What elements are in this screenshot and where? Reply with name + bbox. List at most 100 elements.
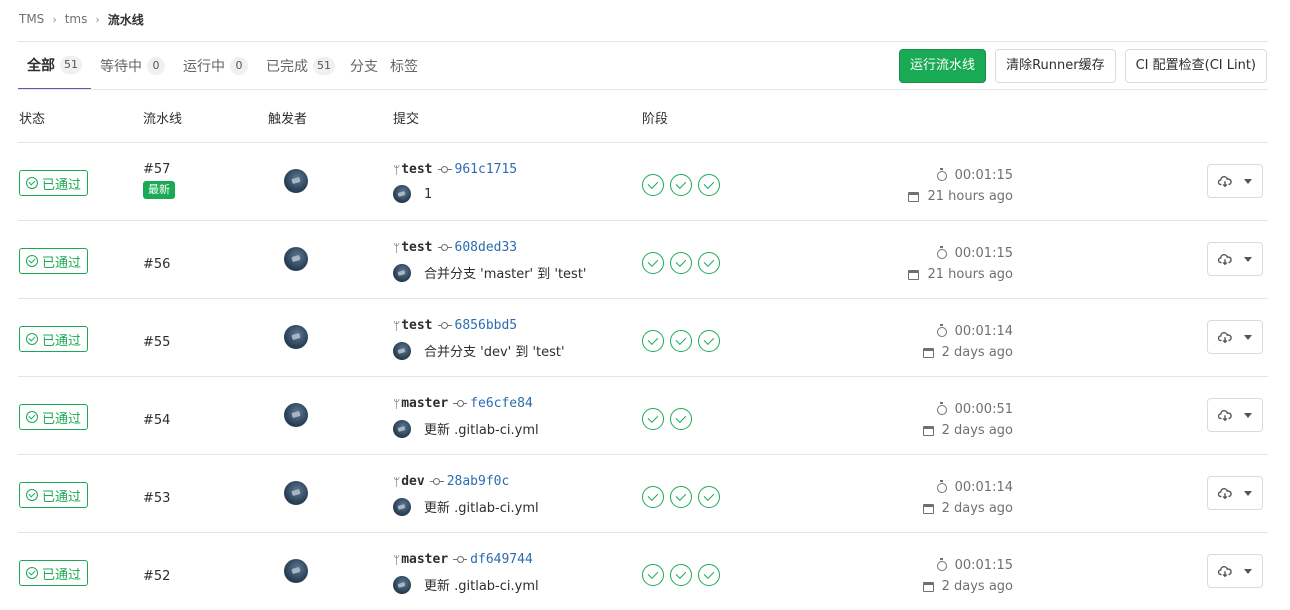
branch-link[interactable]: master <box>401 552 448 567</box>
column-header-commit: 提交 <box>393 112 420 127</box>
commit-author-avatar[interactable] <box>393 575 411 594</box>
commit-message-link[interactable]: 更新 .gitlab-ci.yml <box>424 419 539 438</box>
finished-ago: 2 days ago <box>941 501 1013 516</box>
commit-sha-link[interactable]: df649744 <box>470 552 533 567</box>
pipeline-timing: 00:01:14 2 days ago <box>922 477 1013 519</box>
branch-link[interactable]: test <box>401 162 432 177</box>
breadcrumb-item-project[interactable]: tms <box>65 12 88 26</box>
branch-link[interactable]: test <box>401 318 432 333</box>
download-artifacts-button[interactable] <box>1207 320 1263 354</box>
stage-passed-icon[interactable] <box>642 564 664 586</box>
stage-passed-icon[interactable] <box>642 330 664 352</box>
stage-passed-icon[interactable] <box>670 486 692 508</box>
chevron-right-icon: › <box>95 12 100 26</box>
stage-passed-icon[interactable] <box>670 408 692 430</box>
tab-branches[interactable]: 分支 <box>344 42 384 90</box>
commit-ref: ᛘ test 608ded33 <box>393 240 517 255</box>
commit-sha-link[interactable]: 608ded33 <box>455 240 518 255</box>
commit-message-link[interactable]: 合并分支 'master' 到 'test' <box>424 263 587 282</box>
tab-tags[interactable]: 标签 <box>384 42 424 90</box>
commit-message-link[interactable]: 1 <box>424 187 432 202</box>
stage-passed-icon[interactable] <box>670 174 692 196</box>
duration: 00:01:14 <box>954 480 1013 495</box>
status-badge[interactable]: 已通过 <box>19 560 89 586</box>
pipeline-timing: 00:01:15 2 days ago <box>922 555 1013 597</box>
commit-author-avatar[interactable] <box>393 341 411 360</box>
pipeline-timing: 00:01:15 21 hours ago <box>908 243 1013 285</box>
commit-info: 合并分支 'master' 到 'test' <box>393 263 587 282</box>
stage-passed-icon[interactable] <box>670 330 692 352</box>
branch-icon: ᛘ <box>393 552 401 567</box>
pipeline-tabs: 全部 51 等待中 0 运行中 0 已完成 51 分支 标签 <box>18 42 424 90</box>
tab-finished[interactable]: 已完成 51 <box>257 42 344 90</box>
stage-passed-icon[interactable] <box>642 408 664 430</box>
cloud-download-icon <box>1218 332 1232 343</box>
branch-link[interactable]: master <box>401 396 448 411</box>
commit-author-avatar[interactable] <box>393 419 411 438</box>
tab-running[interactable]: 运行中 0 <box>174 42 257 90</box>
run-pipeline-button[interactable]: 运行流水线 <box>899 49 987 83</box>
finished-ago: 21 hours ago <box>927 189 1013 204</box>
commit-author-avatar[interactable] <box>393 263 411 282</box>
calendar-icon <box>922 581 934 592</box>
stage-passed-icon[interactable] <box>642 174 664 196</box>
triggerer-avatar[interactable] <box>284 481 308 505</box>
stage-passed-icon[interactable] <box>698 252 720 274</box>
download-artifacts-button[interactable] <box>1207 242 1263 276</box>
branch-link[interactable]: test <box>401 240 432 255</box>
status-badge[interactable]: 已通过 <box>19 170 89 196</box>
stage-passed-icon[interactable] <box>642 252 664 274</box>
pipeline-id-link[interactable]: #53 <box>143 491 170 506</box>
commit-message-link[interactable]: 更新 .gitlab-ci.yml <box>424 575 539 594</box>
pipeline-id-link[interactable]: #56 <box>143 257 170 272</box>
download-artifacts-button[interactable] <box>1207 164 1263 198</box>
stage-passed-icon[interactable] <box>670 564 692 586</box>
stage-passed-icon[interactable] <box>670 252 692 274</box>
status-badge[interactable]: 已通过 <box>19 326 89 352</box>
status-badge[interactable]: 已通过 <box>19 482 89 508</box>
triggerer-avatar[interactable] <box>284 325 308 349</box>
download-artifacts-button[interactable] <box>1207 398 1263 432</box>
tab-pending[interactable]: 等待中 0 <box>91 42 174 90</box>
download-artifacts-button[interactable] <box>1207 476 1263 510</box>
pipeline-id-link[interactable]: #57 <box>143 162 170 177</box>
commit-author-avatar[interactable] <box>393 497 411 516</box>
stage-passed-icon[interactable] <box>642 486 664 508</box>
clear-runner-cache-button[interactable]: 清除Runner缓存 <box>995 49 1116 83</box>
commit-author-avatar[interactable] <box>393 185 411 203</box>
tab-label: 全部 <box>27 58 55 74</box>
commit-sha-link[interactable]: 961c1715 <box>455 162 518 177</box>
commit-ref: ᛘ master df649744 <box>393 552 533 567</box>
breadcrumb-item-group[interactable]: TMS <box>19 12 44 26</box>
stage-passed-icon[interactable] <box>698 486 720 508</box>
commit-message-link[interactable]: 合并分支 'dev' 到 'test' <box>424 341 565 360</box>
download-artifacts-button[interactable] <box>1207 554 1263 588</box>
triggerer-avatar[interactable] <box>284 169 308 193</box>
triggerer-avatar[interactable] <box>284 247 308 271</box>
branch-link[interactable]: dev <box>401 474 424 489</box>
commit-sha-link[interactable]: 28ab9f0c <box>447 474 510 489</box>
triggerer-avatar[interactable] <box>284 403 308 427</box>
commit-sha-link[interactable]: 6856bbd5 <box>455 318 518 333</box>
breadcrumb-current[interactable]: 流水线 <box>108 11 144 28</box>
triggerer-avatar[interactable] <box>284 559 308 583</box>
commit-message-link[interactable]: 更新 .gitlab-ci.yml <box>424 497 539 516</box>
commit-sha-link[interactable]: fe6cfe84 <box>470 396 533 411</box>
stage-passed-icon[interactable] <box>698 330 720 352</box>
status-label: 已通过 <box>42 255 82 271</box>
pipeline-id-link[interactable]: #54 <box>143 413 170 428</box>
ci-lint-button[interactable]: CI 配置检查(CI Lint) <box>1124 49 1267 83</box>
commit-ref: ᛘ master fe6cfe84 <box>393 396 533 411</box>
commit-info: 更新 .gitlab-ci.yml <box>393 575 539 594</box>
status-badge[interactable]: 已通过 <box>19 248 89 274</box>
stage-passed-icon[interactable] <box>698 564 720 586</box>
tab-all[interactable]: 全部 51 <box>18 42 91 90</box>
stage-passed-icon[interactable] <box>698 174 720 196</box>
caret-down-icon <box>1244 412 1252 418</box>
pipeline-id-link[interactable]: #55 <box>143 335 170 350</box>
commit-ref: ᛘ dev 28ab9f0c <box>393 474 509 489</box>
status-badge[interactable]: 已通过 <box>19 404 89 430</box>
check-circle-icon <box>26 567 38 579</box>
pipeline-id-link[interactable]: #52 <box>143 569 170 584</box>
caret-down-icon <box>1244 334 1252 340</box>
